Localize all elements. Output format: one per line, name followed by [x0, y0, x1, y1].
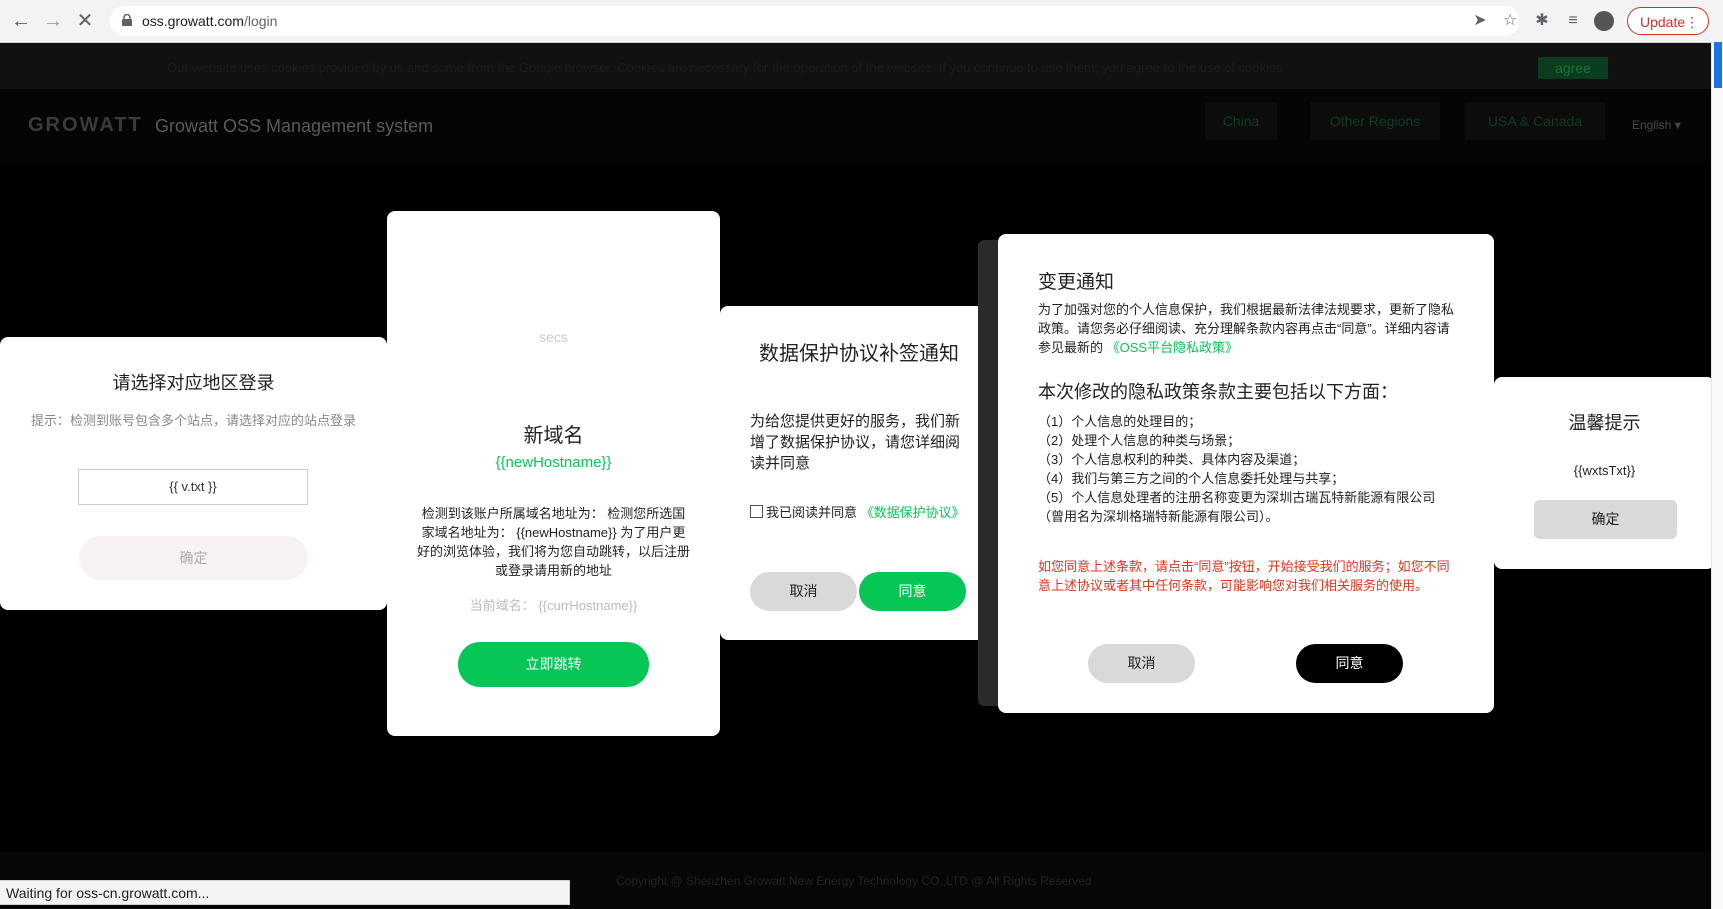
agree-button[interactable]: 同意	[859, 572, 966, 611]
site-select[interactable]: {{ v.txt }}	[78, 469, 308, 505]
confirm-button[interactable]: 确定	[79, 536, 308, 580]
scrollbar-thumb[interactable]	[1714, 42, 1722, 88]
change-notice-dialog: 变更通知 为了加强对您的个人信息保护，我们根据最新法律法规要求，更新了隐私政策。…	[998, 234, 1494, 713]
forward-icon[interactable]: →	[41, 9, 65, 33]
site-header: GROWATT Growatt OSS Management system Ch…	[0, 89, 1711, 161]
agree-button[interactable]: 同意	[1296, 644, 1403, 683]
star-icon[interactable]: ☆	[1500, 11, 1520, 31]
agree-checkbox-row: 我已阅读并同意 《数据保护协议》	[750, 504, 970, 522]
privacy-policy-link[interactable]: 《OSS平台隐私政策》	[1107, 340, 1238, 355]
region-china-button[interactable]: China	[1205, 102, 1277, 140]
status-bubble: Waiting for oss-cn.growatt.com...	[0, 880, 570, 905]
back-icon[interactable]: ←	[9, 9, 33, 33]
page-scrollbar[interactable]	[1711, 42, 1723, 909]
dialog-title: 新域名	[523, 425, 584, 447]
send-icon[interactable]: ➤	[1470, 11, 1490, 31]
region-other-button[interactable]: Other Regions	[1310, 102, 1440, 140]
language-select[interactable]: English ▾	[1632, 118, 1681, 132]
list-item: （5）个人信息处理者的注册名称变更为深圳古瑞瓦特新能源有限公司（曾用名为深圳格瑞…	[1038, 490, 1436, 524]
url-text: oss.growatt.com/login	[142, 13, 278, 29]
logo: GROWATT	[28, 114, 143, 136]
data-protection-link[interactable]: 《数据保护协议》	[861, 505, 965, 520]
footer-copyright: Copyright @ Shenzhen Growatt New Energy …	[616, 874, 1092, 888]
agree-checkbox[interactable]	[750, 505, 763, 518]
dialog-hint: 提示：检测到账号包含多个站点，请选择对应的站点登录	[30, 413, 356, 428]
list-item: （1）个人信息的处理目的；	[1038, 414, 1202, 429]
tip-body: {{wxtsTxt}}	[1573, 463, 1636, 478]
list-item: （2）处理个人信息的种类与场景；	[1038, 433, 1241, 448]
list-item: （3）个人信息权利的种类、具体内容及渠道；	[1038, 452, 1306, 467]
lock-icon	[122, 14, 132, 26]
jump-now-button[interactable]: 立即跳转	[458, 642, 649, 687]
stop-loading-icon[interactable]: ✕	[73, 9, 97, 33]
tip-dialog: 温馨提示 {{wxtsTxt}} 确定	[1494, 377, 1715, 569]
countdown-secs: secs	[539, 329, 568, 345]
dialog-title: 数据保护协议补签通知	[759, 343, 959, 365]
cancel-button[interactable]: 取消	[1088, 644, 1195, 683]
dialog-title: 变更通知	[1038, 272, 1115, 293]
list-item: （4）我们与第三方之间的个人信息委托处理与共享；	[1038, 471, 1345, 486]
data-protection-dialog: 数据保护协议补签通知 为给您提供更好的服务，我们新增了数据保护协议，请您详细阅读…	[720, 306, 998, 640]
cookie-bar: Our website uses cookies provided by us …	[0, 43, 1711, 89]
extensions-icon[interactable]: ✱	[1531, 10, 1553, 32]
confirm-button[interactable]: 确定	[1534, 500, 1677, 539]
new-domain-dialog: secs 新域名 {{newHostname}} 检测到该账户所属域名地址为： …	[387, 211, 720, 736]
dialog-intro: 为了加强对您的个人信息保护，我们根据最新法律法规要求，更新了隐私政策。请您务必仔…	[1038, 302, 1455, 355]
update-button[interactable]: Update ⋮	[1627, 7, 1709, 35]
dialog-body: 检测到该账户所属域名地址为： 检测您所选国家域名地址为： {{newHostna…	[417, 506, 691, 578]
avatar[interactable]	[1594, 11, 1614, 31]
cancel-button[interactable]: 取消	[750, 572, 857, 611]
browser-toolbar: ← → ✕ oss.growatt.com/login ➤ ☆ ✱ ≡ Upda…	[0, 0, 1723, 43]
cookie-agree-button[interactable]: agree	[1538, 57, 1608, 79]
changes-heading: 本次修改的隐私政策条款主要包括以下方面：	[1038, 382, 1398, 402]
cookie-text: Our website uses cookies provided by us …	[167, 60, 1283, 75]
warning-text: 如您同意上述条款，请点击“同意”按钮，开始接受我们的服务；如您不同意上述协议或者…	[1038, 559, 1450, 593]
changes-list: （1）个人信息的处理目的； （2）处理个人信息的种类与场景； （3）个人信息权利…	[1038, 412, 1458, 526]
site-subtitle: Growatt OSS Management system	[155, 116, 434, 136]
region-usa-button[interactable]: USA & Canada	[1465, 102, 1605, 140]
more-icon[interactable]: ⋮	[1685, 8, 1699, 36]
new-hostname: {{newHostname}}	[495, 454, 612, 471]
address-bar[interactable]: oss.growatt.com/login ➤ ☆	[110, 6, 1520, 36]
media-icon[interactable]: ≡	[1562, 10, 1584, 32]
dialog-title: 温馨提示	[1568, 413, 1641, 433]
dialog-body: 为给您提供更好的服务，我们新增了数据保护协议，请您详细阅读并同意	[750, 413, 961, 472]
dialog-title: 请选择对应地区登录	[112, 373, 275, 393]
region-select-dialog: 请选择对应地区登录 提示：检测到账号包含多个站点，请选择对应的站点登录 {{ v…	[0, 337, 387, 610]
current-hostname: 当前域名： {{currHostname}}	[469, 598, 638, 613]
